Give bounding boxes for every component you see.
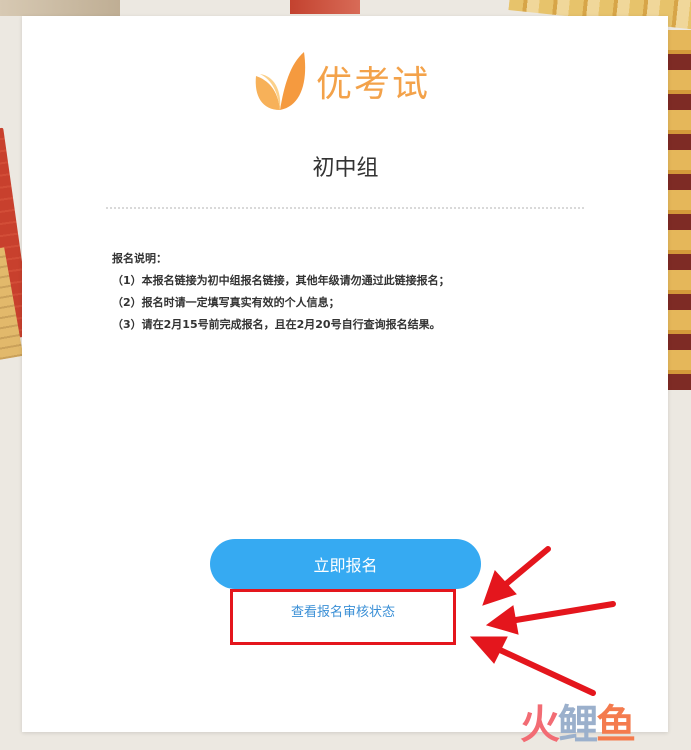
instruction-item: （2）报名时请一定填写真实有效的个人信息；: [112, 296, 340, 309]
logo-leaf-icon: [255, 52, 306, 110]
background-pencil: [0, 0, 120, 16]
background-pencils-right: [666, 30, 691, 390]
brand-logo: 优考试: [254, 46, 444, 116]
register-button[interactable]: 立即报名: [210, 539, 481, 589]
watermark-char: 鲤: [558, 702, 598, 748]
view-status-link[interactable]: 查看报名审核状态: [230, 601, 456, 620]
instruction-item: （3）请在2月15号前完成报名，且在2月20号自行查询报名结果。: [112, 318, 441, 331]
divider: [106, 207, 584, 209]
page-title: 初中组: [312, 156, 379, 181]
watermark: 火鲤鱼: [520, 692, 636, 750]
instructions: 报名说明： （1）本报名链接为初中组报名链接，其他年级请勿通过此链接报名； （2…: [112, 248, 582, 336]
instructions-heading: 报名说明：: [112, 252, 167, 265]
brand-name: 优考试: [316, 64, 431, 105]
background-eraser: [290, 0, 360, 14]
watermark-char: 鱼: [596, 702, 636, 748]
instruction-item: （1）本报名链接为初中组报名链接，其他年级请勿通过此链接报名；: [112, 274, 450, 287]
watermark-char: 火: [520, 702, 560, 748]
